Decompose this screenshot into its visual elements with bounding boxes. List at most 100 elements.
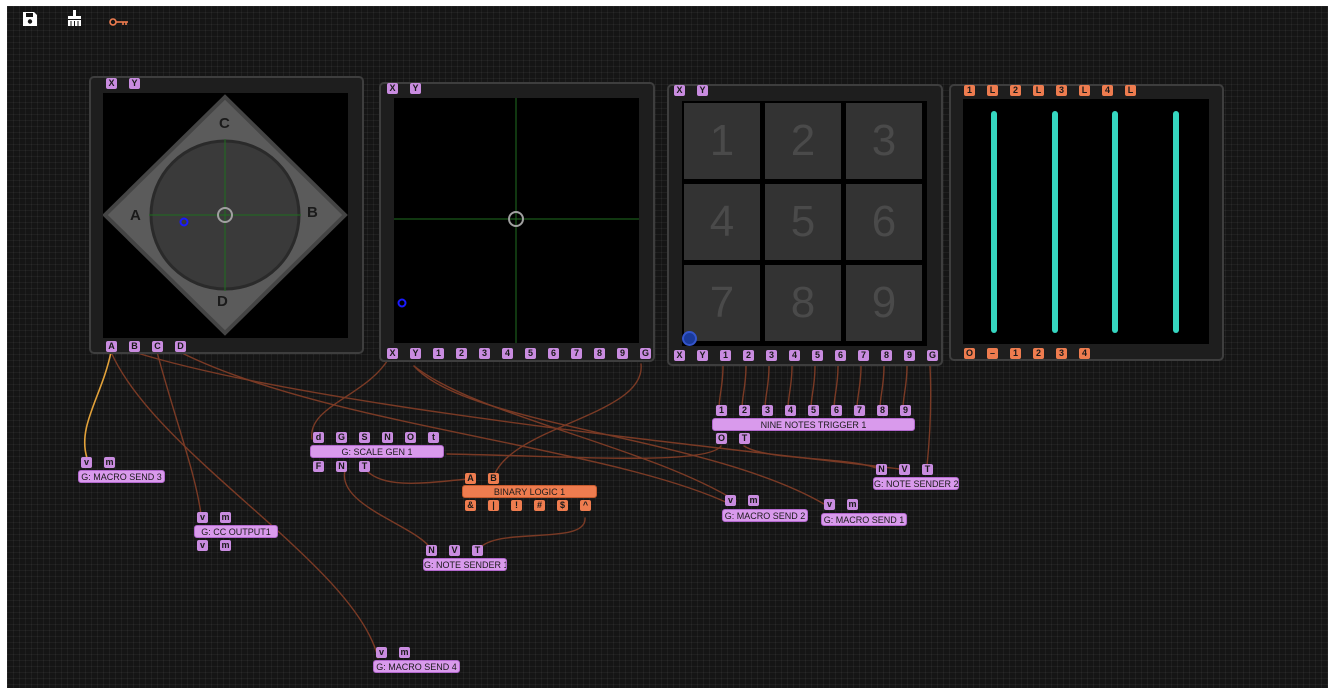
pad-7[interactable]: 7: [684, 265, 760, 341]
port-7-out[interactable]: 7: [571, 348, 582, 359]
port-8-out[interactable]: 8: [594, 348, 605, 359]
port-1-0[interactable]: 1: [964, 85, 975, 96]
port-y[interactable]: Y: [410, 83, 421, 94]
port-b[interactable]: B: [129, 341, 140, 352]
port-2-3[interactable]: 2: [1033, 348, 1044, 359]
pad-4[interactable]: 4: [684, 184, 760, 260]
input-6[interactable]: 6: [831, 405, 842, 416]
port-1-2[interactable]: 1: [1010, 348, 1021, 359]
port-3-4[interactable]: 3: [1056, 85, 1067, 96]
port-6-out[interactable]: 6: [548, 348, 559, 359]
output-t[interactable]: T: [359, 461, 370, 472]
input-m[interactable]: m: [104, 457, 115, 468]
node-title[interactable]: BINARY LOGIC 1: [462, 485, 597, 498]
port-2-out[interactable]: 2: [743, 350, 754, 361]
port-3-4[interactable]: 3: [1056, 348, 1067, 359]
port-4-6[interactable]: 4: [1102, 85, 1113, 96]
port-g-out[interactable]: G: [640, 348, 651, 359]
pad-9[interactable]: 9: [846, 265, 922, 341]
port-l-7[interactable]: L: [1125, 85, 1136, 96]
pad-2[interactable]: 2: [765, 103, 841, 179]
port-5-out[interactable]: 5: [812, 350, 823, 361]
input-1[interactable]: 1: [716, 405, 727, 416]
input-5[interactable]: 5: [808, 405, 819, 416]
port-1-out[interactable]: 1: [433, 348, 444, 359]
port-y[interactable]: Y: [129, 78, 140, 89]
output-5[interactable]: ^: [580, 500, 591, 511]
port-4-out[interactable]: 4: [789, 350, 800, 361]
port-o-0[interactable]: O: [964, 348, 975, 359]
port-sym-1[interactable]: –: [987, 348, 998, 359]
input-n[interactable]: N: [426, 545, 437, 556]
input-o[interactable]: O: [405, 432, 416, 443]
node-title[interactable]: G: NOTE SENDER 1: [423, 558, 507, 571]
output-o[interactable]: O: [716, 433, 727, 444]
input-v[interactable]: v: [81, 457, 92, 468]
port-l-1[interactable]: L: [987, 85, 998, 96]
output-t[interactable]: T: [739, 433, 750, 444]
port-9-out[interactable]: 9: [904, 350, 915, 361]
port-x[interactable]: X: [387, 83, 398, 94]
input-m[interactable]: m: [220, 512, 231, 523]
input-d[interactable]: d: [313, 432, 324, 443]
port-2-out[interactable]: 2: [456, 348, 467, 359]
pad-5[interactable]: 5: [765, 184, 841, 260]
pad-3[interactable]: 3: [846, 103, 922, 179]
output-n[interactable]: N: [336, 461, 347, 472]
node-title[interactable]: G: NOTE SENDER 2: [873, 477, 959, 490]
slider-1[interactable]: [991, 111, 997, 333]
port-y[interactable]: Y: [697, 350, 708, 361]
port-3-out[interactable]: 3: [479, 348, 490, 359]
port-y[interactable]: Y: [697, 85, 708, 96]
input-t[interactable]: T: [922, 464, 933, 475]
port-8-out[interactable]: 8: [881, 350, 892, 361]
input-9[interactable]: 9: [900, 405, 911, 416]
input-4[interactable]: 4: [785, 405, 796, 416]
port-a[interactable]: A: [106, 341, 117, 352]
node-title[interactable]: G: MACRO SEND 3: [78, 470, 165, 483]
port-d[interactable]: D: [175, 341, 186, 352]
output-4[interactable]: $: [557, 500, 568, 511]
output-2[interactable]: !: [511, 500, 522, 511]
input-t[interactable]: t: [428, 432, 439, 443]
cursor-dot[interactable]: [682, 331, 697, 346]
input-n[interactable]: N: [382, 432, 393, 443]
output-v[interactable]: v: [197, 540, 208, 551]
output-m[interactable]: m: [220, 540, 231, 551]
input-v[interactable]: v: [376, 647, 387, 658]
pad-1[interactable]: 1: [684, 103, 760, 179]
port-x[interactable]: X: [674, 85, 685, 96]
input-t[interactable]: T: [472, 545, 483, 556]
input-g[interactable]: G: [336, 432, 347, 443]
pad-6[interactable]: 6: [846, 184, 922, 260]
input-v[interactable]: V: [899, 464, 910, 475]
port-2-2[interactable]: 2: [1010, 85, 1021, 96]
input-v[interactable]: v: [197, 512, 208, 523]
node-title[interactable]: G: MACRO SEND 1: [821, 513, 907, 526]
input-v[interactable]: v: [824, 499, 835, 510]
port-3-out[interactable]: 3: [766, 350, 777, 361]
input-v[interactable]: v: [725, 495, 736, 506]
node-title[interactable]: G: CC OUTPUT1: [194, 525, 278, 538]
port-x[interactable]: X: [674, 350, 685, 361]
port-1-out[interactable]: 1: [720, 350, 731, 361]
slider-4[interactable]: [1173, 111, 1179, 333]
input-m[interactable]: m: [748, 495, 759, 506]
output-1[interactable]: |: [488, 500, 499, 511]
port-y[interactable]: Y: [410, 348, 421, 359]
node-title[interactable]: G: SCALE GEN 1: [310, 445, 444, 458]
xy-pad[interactable]: [394, 98, 639, 343]
port-x[interactable]: X: [106, 78, 117, 89]
input-2[interactable]: 2: [739, 405, 750, 416]
node-title[interactable]: G: MACRO SEND 2: [722, 509, 808, 522]
port-g-out[interactable]: G: [927, 350, 938, 361]
input-7[interactable]: 7: [854, 405, 865, 416]
patch-canvas[interactable]: X Y C A B D A B C D X Y XY123456789G X Y…: [7, 6, 1328, 688]
port-4-5[interactable]: 4: [1079, 348, 1090, 359]
port-6-out[interactable]: 6: [835, 350, 846, 361]
pad-8[interactable]: 8: [765, 265, 841, 341]
port-7-out[interactable]: 7: [858, 350, 869, 361]
joystick-pad[interactable]: C A B D: [102, 93, 348, 338]
port-4-out[interactable]: 4: [502, 348, 513, 359]
slider-3[interactable]: [1112, 111, 1118, 333]
